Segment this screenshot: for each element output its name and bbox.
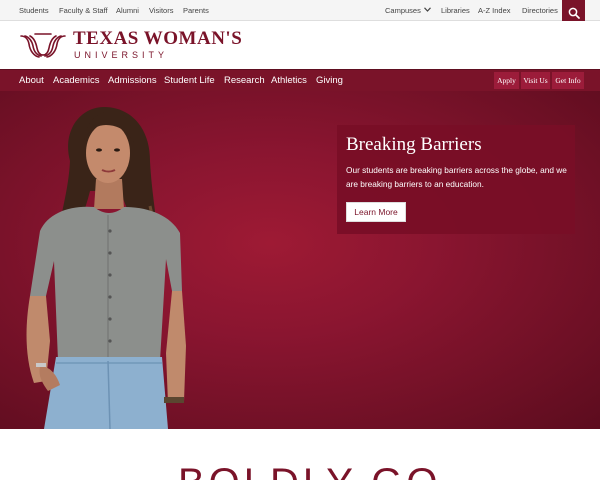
nav-item-athletics[interactable]: Athletics [271, 75, 307, 86]
nav-item-about[interactable]: About [19, 75, 44, 86]
utility-link-libraries[interactable]: Libraries [441, 6, 470, 15]
search-icon [568, 7, 580, 19]
logo-wordmark-line2[interactable]: UNIVERSITY [74, 50, 168, 60]
hero-callout-card: Breaking Barriers Our students are break… [337, 125, 575, 234]
utility-link-visitors[interactable]: Visitors [149, 6, 173, 15]
content-section: BOLDLY GO [0, 429, 600, 480]
student-photo [26, 107, 186, 429]
nav-item-giving[interactable]: Giving [316, 75, 343, 86]
utility-link-parents[interactable]: Parents [183, 6, 209, 15]
campuses-dropdown[interactable]: Campuses [385, 6, 431, 15]
utility-link-faculty-staff[interactable]: Faculty & Staff [59, 6, 108, 15]
utility-link-az-index[interactable]: A-Z Index [478, 6, 511, 15]
hero-banner: Breaking Barriers Our students are break… [0, 91, 600, 429]
learn-more-button[interactable]: Learn More [346, 202, 406, 222]
utility-bar: Students Faculty & Staff Alumni Visitors… [0, 0, 600, 26]
hero-description: Our students are breaking barriers acros… [346, 165, 567, 189]
campuses-label: Campuses [385, 6, 421, 15]
section-heading: BOLDLY GO [178, 463, 442, 480]
utility-link-students[interactable]: Students [19, 6, 49, 15]
nav-item-admissions[interactable]: Admissions [108, 75, 157, 86]
chevron-down-icon [423, 7, 431, 12]
hero-title: Breaking Barriers [346, 134, 482, 155]
logo-wordmark-line1[interactable]: TEXAS WOMAN'S [73, 29, 242, 49]
nav-item-research[interactable]: Research [224, 75, 265, 86]
nav-item-academics[interactable]: Academics [53, 75, 99, 86]
main-navigation: About Academics Admissions Student Life … [0, 69, 600, 91]
utility-link-directories[interactable]: Directories [522, 6, 558, 15]
visit-us-button[interactable]: Visit Us [521, 72, 550, 89]
site-header: TEXAS WOMAN'S UNIVERSITY [0, 21, 600, 69]
apply-button[interactable]: Apply [494, 72, 519, 89]
utility-link-alumni[interactable]: Alumni [116, 6, 139, 15]
university-logo-mark[interactable] [20, 31, 66, 61]
get-info-button[interactable]: Get Info [552, 72, 584, 89]
nav-item-student-life[interactable]: Student Life [164, 75, 215, 86]
